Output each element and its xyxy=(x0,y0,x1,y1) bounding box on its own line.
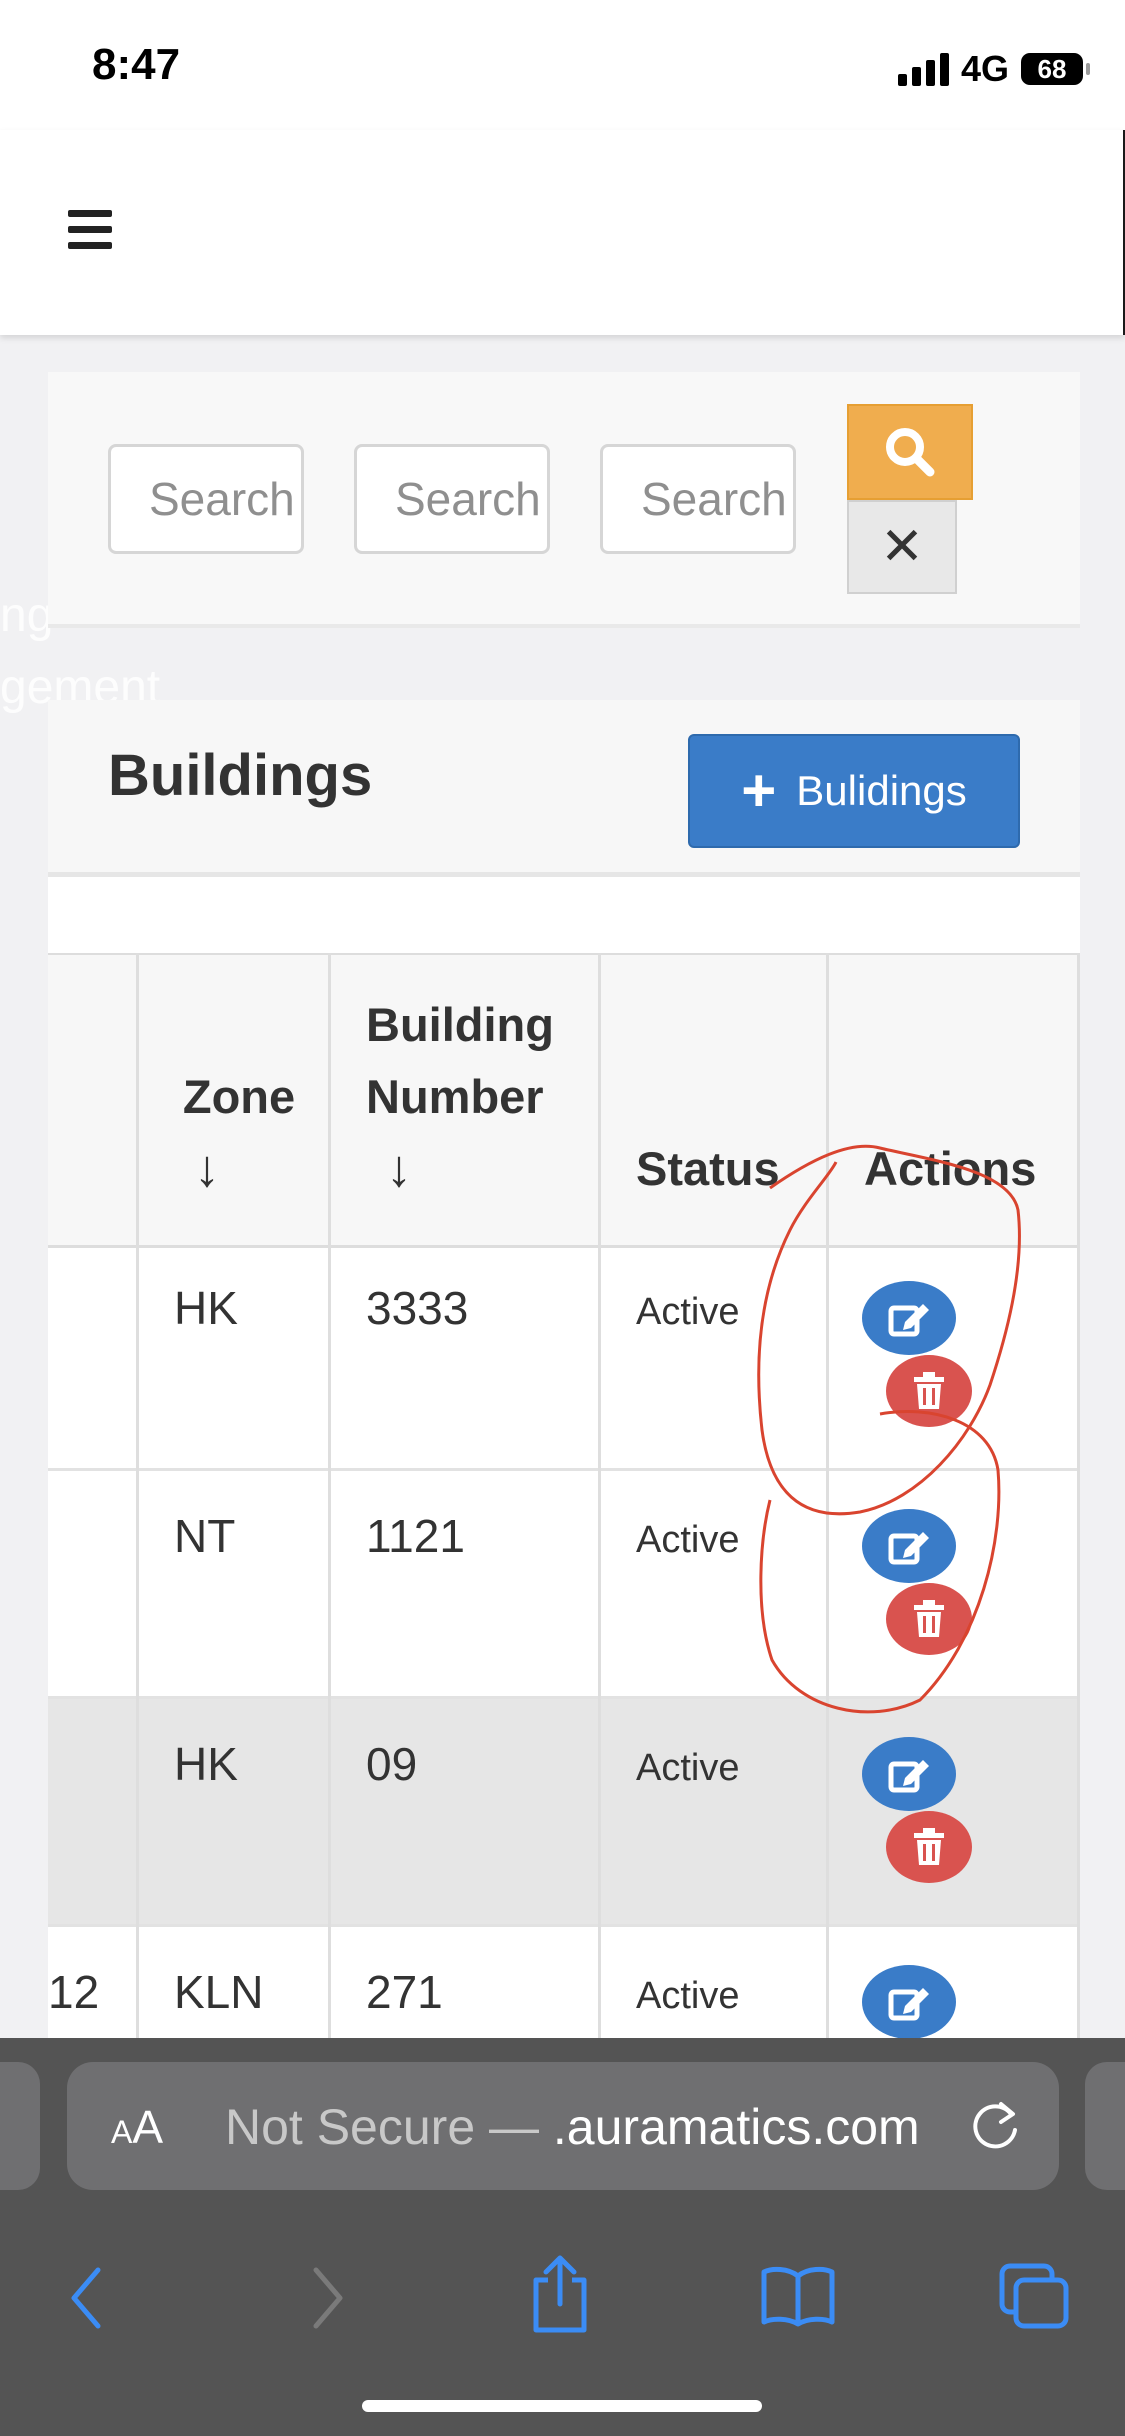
background-sidebar-text: ng xyxy=(0,589,54,642)
cell-status: Active xyxy=(636,1975,740,2017)
cell-building-number: 271 xyxy=(366,1966,443,2018)
cell-zone: HK xyxy=(174,1738,238,1790)
table-row: 12 KLN 271 Active xyxy=(48,1927,1080,2038)
buildings-table: Zone ↓ Building Number ↓ Status Actions … xyxy=(48,953,1080,2038)
header-status: Status xyxy=(636,1142,780,1195)
table-row: HK 3333 Active xyxy=(48,1243,1080,1471)
network-type: 4G xyxy=(960,48,1009,89)
search-input-1[interactable] xyxy=(108,444,304,554)
header-building-number-line2: Number xyxy=(366,1070,544,1123)
header-actions: Actions xyxy=(864,1142,1037,1195)
header-building-number[interactable]: Building Number ↓ xyxy=(366,989,554,1205)
trash-icon xyxy=(914,1600,944,1637)
share-icon[interactable] xyxy=(528,2254,592,2334)
tabs-icon[interactable] xyxy=(998,2262,1070,2330)
header-building-number-line1: Building xyxy=(366,998,554,1051)
cell-first-col: 12 xyxy=(48,1966,100,2018)
next-tab-preview[interactable] xyxy=(1085,2062,1125,2190)
search-input-2[interactable] xyxy=(354,444,550,554)
trash-icon xyxy=(914,1828,944,1865)
status-indicators: 4G 68 xyxy=(897,48,1090,90)
cell-zone: KLN xyxy=(174,1966,264,2018)
battery-icon: 68 xyxy=(1021,53,1090,85)
forward-icon[interactable] xyxy=(308,2266,348,2330)
cell-status: Active xyxy=(636,1291,740,1333)
cell-zone: HK xyxy=(174,1282,238,1334)
previous-tab-preview[interactable] xyxy=(0,2062,40,2190)
table-row: HK 09 Active xyxy=(48,1699,1080,1927)
close-icon: ✕ xyxy=(880,517,924,577)
app-header xyxy=(0,130,1125,335)
edit-icon xyxy=(888,1304,929,1337)
header-zone[interactable]: Zone ↓ xyxy=(174,1061,304,1205)
filter-panel: ✕ xyxy=(48,372,1080,628)
delete-button[interactable] xyxy=(886,1355,972,1427)
column-divider xyxy=(598,953,601,2038)
sort-arrow-icon: ↓ xyxy=(194,1140,220,1198)
trash-icon xyxy=(914,1372,944,1409)
search-button[interactable] xyxy=(847,404,973,500)
search-input-3[interactable] xyxy=(600,444,796,554)
table-header: Zone ↓ Building Number ↓ Status Actions xyxy=(48,953,1080,1248)
status-bar: 8:47 4G 68 xyxy=(0,0,1125,130)
column-divider xyxy=(136,953,139,2038)
table-row: NT 1121 Active xyxy=(48,1471,1080,1699)
column-divider xyxy=(1077,953,1080,2038)
buildings-header: Buildings + Bulidings xyxy=(48,700,1080,877)
plus-icon: + xyxy=(741,757,777,824)
browser-toolbar: AA Not Secure — .auramatics.com xyxy=(0,2038,1125,2436)
bookmarks-icon[interactable] xyxy=(760,2264,836,2328)
back-icon[interactable] xyxy=(66,2266,106,2330)
menu-icon[interactable] xyxy=(68,210,112,258)
edit-button[interactable] xyxy=(862,1509,956,1583)
url-text: Not Secure — .auramatics.com xyxy=(225,2098,920,2156)
column-divider xyxy=(328,953,331,2038)
column-divider xyxy=(826,953,829,2038)
edit-button[interactable] xyxy=(862,1965,956,2038)
search-icon xyxy=(886,428,935,477)
clock: 8:47 xyxy=(92,40,181,89)
signal-icon xyxy=(897,52,949,86)
cell-status: Active xyxy=(636,1519,740,1561)
add-building-button[interactable]: + Bulidings xyxy=(688,734,1020,848)
battery-level: 68 xyxy=(1037,53,1067,84)
delete-button[interactable] xyxy=(886,1811,972,1883)
clear-button[interactable]: ✕ xyxy=(847,500,957,594)
address-bar[interactable]: AA Not Secure — .auramatics.com xyxy=(67,2062,1059,2190)
edit-icon xyxy=(888,1760,929,1793)
text-size-small-a: A xyxy=(111,2114,133,2150)
page-title: Buildings xyxy=(108,743,373,808)
table-spacer xyxy=(48,877,1080,953)
edit-button[interactable] xyxy=(862,1737,956,1811)
cell-building-number: 09 xyxy=(366,1738,418,1790)
reload-icon[interactable] xyxy=(967,2096,1023,2156)
url-domain: .auramatics.com xyxy=(552,2099,920,2155)
cell-zone: NT xyxy=(174,1510,236,1562)
header-zone-label: Zone xyxy=(182,1070,296,1123)
edit-icon xyxy=(888,1532,929,1565)
browser-nav-bar xyxy=(0,2228,1125,2368)
edit-button[interactable] xyxy=(862,1281,956,1355)
text-size-big-a: A xyxy=(132,2101,164,2153)
delete-button[interactable] xyxy=(886,1583,972,1655)
edit-icon xyxy=(888,1988,929,2021)
add-building-label: Bulidings xyxy=(796,767,967,814)
cell-status: Active xyxy=(636,1747,740,1789)
text-size-button[interactable]: AA xyxy=(111,2100,163,2154)
url-security-label: Not Secure — xyxy=(225,2099,553,2155)
sort-arrow-icon: ↓ xyxy=(386,1140,412,1198)
cell-building-number: 3333 xyxy=(366,1282,469,1334)
home-indicator[interactable] xyxy=(362,2400,762,2412)
cell-building-number: 1121 xyxy=(366,1510,465,1562)
